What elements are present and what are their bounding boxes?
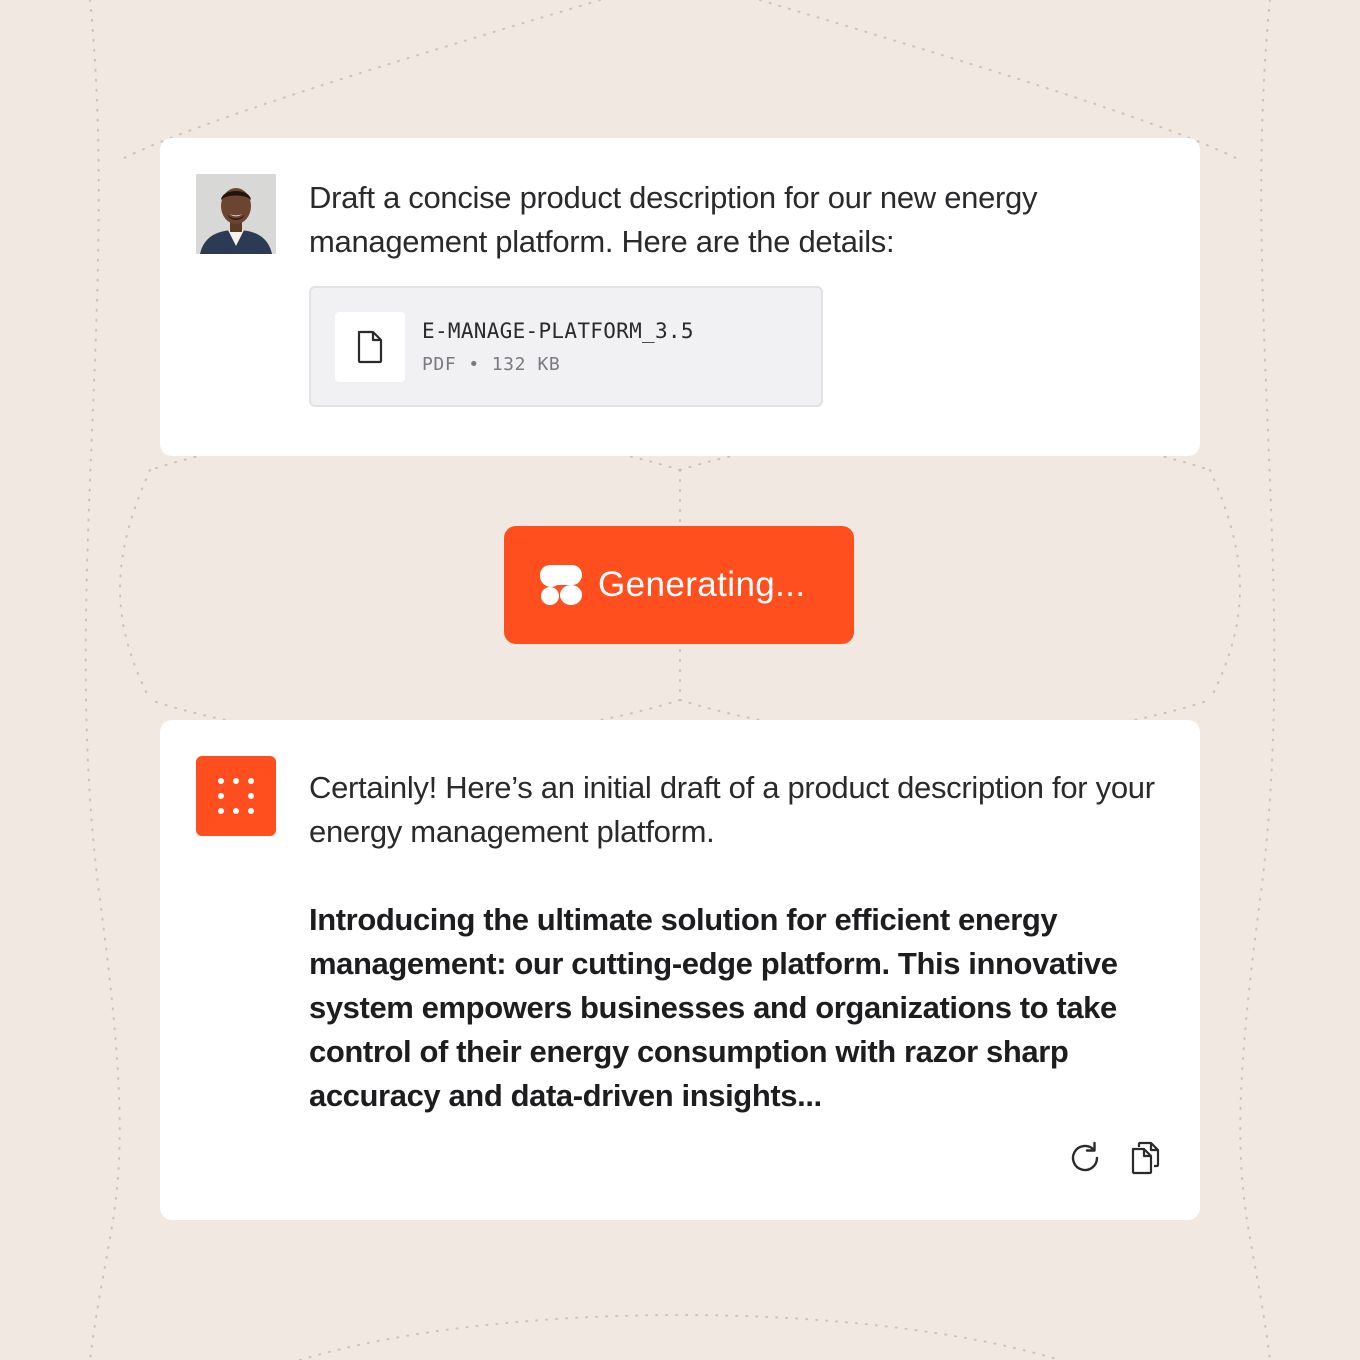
file-meta-separator: • [468, 354, 480, 375]
user-avatar [196, 174, 276, 254]
copy-icon [1131, 1141, 1160, 1175]
ai-body-text: Introducing the ultimate solution for ef… [309, 902, 1118, 1113]
generating-status: Generating... [504, 526, 854, 644]
logo-icon [540, 565, 582, 605]
ai-logo [196, 756, 276, 836]
file-size: 132 KB [491, 354, 561, 375]
file-meta: PDF • 132 KB [422, 352, 560, 378]
ai-intro-text: Certainly! Here’s an initial draft of a … [309, 770, 1155, 849]
file-attachment[interactable]: E-MANAGE-PLATFORM_3.5 PDF • 132 KB [309, 286, 823, 407]
file-icon-box [335, 312, 405, 382]
ai-message-card: Certainly! Here’s an initial draft of a … [160, 720, 1200, 1220]
document-icon [357, 330, 383, 364]
user-message-text: Draft a concise product description for … [309, 180, 1038, 259]
user-message-card: Draft a concise product description for … [160, 138, 1200, 456]
file-name: E-MANAGE-PLATFORM_3.5 [422, 319, 694, 343]
user-avatar-icon [196, 174, 276, 254]
file-type: PDF [422, 354, 457, 375]
copy-button[interactable] [1125, 1138, 1165, 1178]
refresh-icon [1071, 1141, 1099, 1172]
regenerate-button[interactable] [1065, 1138, 1105, 1178]
generating-label: Generating... [598, 565, 806, 604]
dot-grid-logo-icon [218, 778, 254, 814]
